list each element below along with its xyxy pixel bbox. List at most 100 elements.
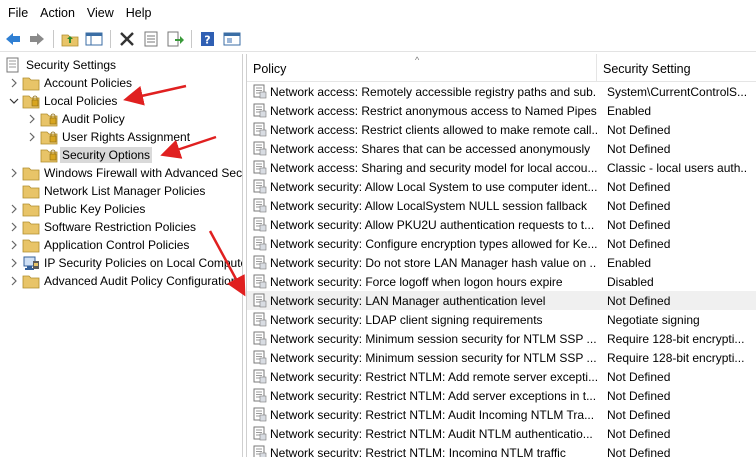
table-row[interactable]: Network security: Minimum session securi… xyxy=(247,329,756,348)
table-row[interactable]: Network access: Restrict anonymous acces… xyxy=(247,101,756,120)
forward-icon[interactable] xyxy=(26,28,48,50)
table-row[interactable]: Network security: Restrict NTLM: Add ser… xyxy=(247,386,756,405)
policy-name: Network security: Configure encryption t… xyxy=(270,236,597,251)
column-header-setting-label: Security Setting xyxy=(603,62,691,76)
delete-icon[interactable] xyxy=(116,28,138,50)
policy-name: Network security: Restrict NTLM: Audit N… xyxy=(270,426,593,441)
table-row[interactable]: Network security: Force logoff when logo… xyxy=(247,272,756,291)
folder-icon xyxy=(22,165,40,181)
tree-item-local-policies[interactable]: Local Policies xyxy=(8,92,117,110)
table-row[interactable]: Network access: Restrict clients allowed… xyxy=(247,120,756,139)
table-row[interactable]: Network security: Restrict NTLM: Add rem… xyxy=(247,367,756,386)
column-header-policy[interactable]: ^ Policy xyxy=(247,54,597,82)
table-row[interactable]: Network security: Configure encryption t… xyxy=(247,234,756,253)
chevron-right-icon[interactable] xyxy=(8,218,20,236)
security-setting-value: Require 128-bit encrypti... xyxy=(607,331,745,346)
toolbar-separator xyxy=(191,29,192,48)
tree-pane: Security Settings Account Policies Local … xyxy=(0,54,243,457)
chevron-right-icon[interactable] xyxy=(8,272,20,290)
chevron-right-icon[interactable] xyxy=(8,254,20,272)
policy-name: Network access: Sharing and security mod… xyxy=(270,160,597,175)
table-row[interactable]: Network security: Restrict NTLM: Incomin… xyxy=(247,443,756,457)
chevron-right-icon[interactable] xyxy=(8,74,20,92)
table-row[interactable]: Network security: LAN Manager authentica… xyxy=(247,291,756,310)
menu-help[interactable]: Help xyxy=(120,0,158,26)
tree-item-label: Local Policies xyxy=(44,94,118,108)
policy-name: Network security: Minimum session securi… xyxy=(270,331,597,346)
security-setting-value: Enabled xyxy=(607,103,652,118)
back-icon[interactable] xyxy=(2,28,24,50)
security-setting-value: Disabled xyxy=(607,274,654,289)
policy-name: Network security: LDAP client signing re… xyxy=(270,312,543,327)
properties-icon[interactable] xyxy=(140,28,162,50)
toolbar: ? xyxy=(0,26,756,52)
folder-icon xyxy=(22,75,40,91)
table-row[interactable]: Network access: Remotely accessible regi… xyxy=(247,82,756,101)
tree-item-label: Account Policies xyxy=(44,76,133,90)
security-setting-value: Require 128-bit encrypti... xyxy=(607,350,745,365)
chevron-right-icon[interactable] xyxy=(8,236,20,254)
tree-item-application-control-policies[interactable]: Application Control Policies xyxy=(8,236,189,254)
chevron-down-icon[interactable] xyxy=(8,92,20,110)
tree-item-security-options[interactable]: Security Options xyxy=(26,146,153,164)
policy-name: Network access: Remotely accessible regi… xyxy=(270,84,597,99)
security-setting-value: Not Defined xyxy=(607,141,671,156)
table-row[interactable]: Network security: Allow Local System to … xyxy=(247,177,756,196)
security-setting-value: Not Defined xyxy=(607,122,671,137)
policy-name: Network security: Allow PKU2U authentica… xyxy=(270,217,595,232)
svg-text:?: ? xyxy=(204,33,210,46)
menu-file[interactable]: File xyxy=(2,0,34,26)
show-hide-tree-icon[interactable] xyxy=(83,28,105,50)
tree-item-label: Network List Manager Policies xyxy=(44,184,206,198)
tree-item-software-restriction-policies[interactable]: Software Restriction Policies xyxy=(8,218,196,236)
menu-view[interactable]: View xyxy=(81,0,120,26)
tree-item-network-list-manager-policies[interactable]: Network List Manager Policies xyxy=(8,182,205,200)
security-setting-value: Not Defined xyxy=(607,179,671,194)
security-setting-value: Not Defined xyxy=(607,369,671,384)
security-setting-value: Classic - local users auth... xyxy=(607,160,747,175)
tree-item-advanced-audit-policy-configuration[interactable]: Advanced Audit Policy Configuration xyxy=(8,272,237,290)
chevron-right-icon[interactable] xyxy=(26,128,38,146)
console-icon[interactable] xyxy=(221,28,243,50)
chevron-right-icon[interactable] xyxy=(26,110,38,128)
up-folder-icon[interactable] xyxy=(59,28,81,50)
table-row[interactable]: Network security: LDAP client signing re… xyxy=(247,310,756,329)
policy-name: Network security: Restrict NTLM: Audit I… xyxy=(270,407,595,422)
tree-root-security-settings[interactable]: Security Settings xyxy=(2,56,116,74)
menu-action[interactable]: Action xyxy=(34,0,81,26)
table-row[interactable]: Network security: Minimum session securi… xyxy=(247,348,756,367)
policy-setting-icon xyxy=(253,350,267,365)
column-header-security-setting[interactable]: Security Setting xyxy=(597,54,756,82)
policy-setting-icon xyxy=(253,445,267,457)
table-row[interactable]: Network security: Allow LocalSystem NULL… xyxy=(247,196,756,215)
table-row[interactable]: Network security: Do not store LAN Manag… xyxy=(247,253,756,272)
table-row[interactable]: Network access: Sharing and security mod… xyxy=(247,158,756,177)
export-list-icon[interactable] xyxy=(164,28,186,50)
help-icon[interactable]: ? xyxy=(197,28,219,50)
tree-item-windows-firewall-with-advanced-security[interactable]: Windows Firewall with Advanced Security xyxy=(8,164,242,182)
chevron-right-icon[interactable] xyxy=(8,200,20,218)
policy-setting-icon xyxy=(253,160,267,175)
policy-name: Network security: Restrict NTLM: Incomin… xyxy=(270,445,566,457)
policy-name: Network security: Allow Local System to … xyxy=(270,179,597,194)
policy-setting-icon xyxy=(253,122,267,137)
folder-icon xyxy=(22,237,40,253)
table-row[interactable]: Network security: Restrict NTLM: Audit I… xyxy=(247,405,756,424)
table-row[interactable]: Network security: Allow PKU2U authentica… xyxy=(247,215,756,234)
policy-setting-icon xyxy=(253,426,267,441)
policy-setting-icon xyxy=(253,312,267,327)
tree-item-ip-security-policies-on-local-computer[interactable]: IP Security Policies on Local Computer xyxy=(8,254,243,272)
tree-item-account-policies[interactable]: Account Policies xyxy=(8,74,132,92)
tree-item-label: IP Security Policies on Local Computer xyxy=(44,256,243,270)
toolbar-separator xyxy=(110,29,111,48)
policy-setting-icon xyxy=(253,217,267,232)
table-row[interactable]: Network security: Restrict NTLM: Audit N… xyxy=(247,424,756,443)
folder-icon xyxy=(40,111,58,127)
tree-item-audit-policy[interactable]: Audit Policy xyxy=(26,110,125,128)
tree-item-user-rights-assignment[interactable]: User Rights Assignment xyxy=(26,128,190,146)
chevron-right-icon[interactable] xyxy=(8,164,20,182)
tree-item-public-key-policies[interactable]: Public Key Policies xyxy=(8,200,145,218)
table-row[interactable]: Network access: Shares that can be acces… xyxy=(247,139,756,158)
security-setting-value: Not Defined xyxy=(607,426,671,441)
